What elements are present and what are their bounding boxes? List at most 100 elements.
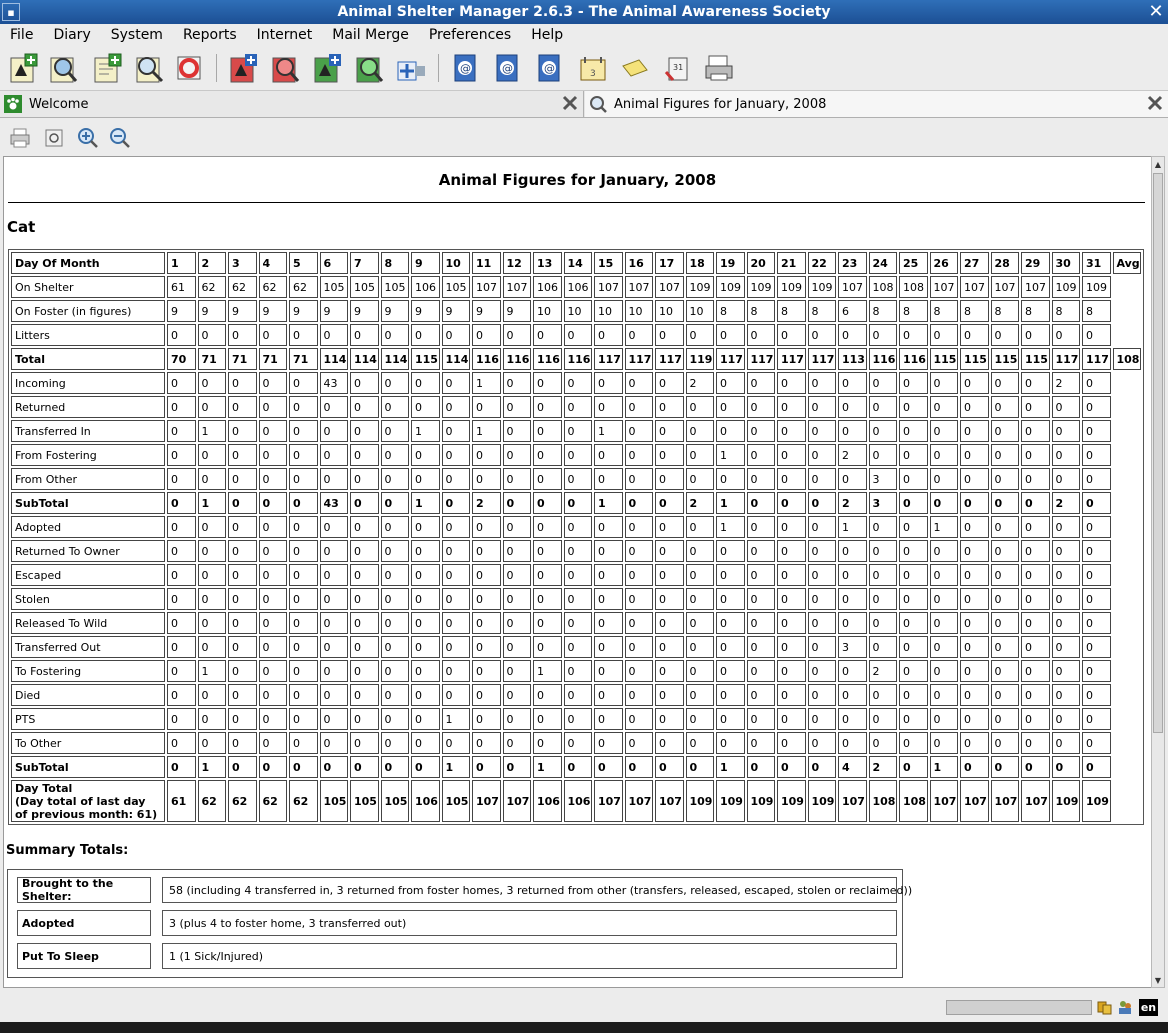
empty-cell — [1113, 612, 1142, 634]
table-cell: 117 — [746, 348, 775, 370]
menu-help[interactable]: Help — [521, 27, 573, 43]
add-owner-icon[interactable] — [90, 51, 124, 85]
diary-icon[interactable]: 3 — [576, 51, 610, 85]
table-cell: 0 — [899, 612, 928, 634]
zoom-in-icon[interactable] — [76, 126, 100, 150]
table-cell: 0 — [1082, 540, 1111, 562]
table-cell: 0 — [594, 756, 623, 778]
table-cell: 117 — [624, 348, 653, 370]
scroll-thumb[interactable] — [1153, 173, 1163, 733]
waiting-list-icon[interactable] — [394, 51, 428, 85]
table-cell: 0 — [594, 516, 623, 538]
table-cell: 9 — [167, 300, 196, 322]
empty-cell — [1113, 396, 1142, 418]
row-label: Transferred Out — [11, 636, 165, 658]
menu-preferences[interactable]: Preferences — [419, 27, 521, 43]
table-cell: 0 — [1082, 612, 1111, 634]
tab-bar: Welcome Animal Figures for January, 2008 — [0, 91, 1168, 118]
table-cell: 2 — [868, 660, 897, 682]
report-scrollbar[interactable]: ▲ ▼ — [1151, 156, 1165, 988]
table-cell: 0 — [960, 396, 989, 418]
table-cell: 109 — [1051, 276, 1080, 298]
table-cell: 0 — [1021, 588, 1050, 610]
table-cell: 0 — [624, 708, 653, 730]
print-icon[interactable] — [8, 126, 32, 150]
table-cell: 0 — [167, 516, 196, 538]
menu-reports[interactable]: Reports — [173, 27, 247, 43]
add-animal-icon[interactable] — [6, 51, 40, 85]
mail-merge-3-icon[interactable]: @ — [532, 51, 566, 85]
table-row: Released To Wild 0 0 0 0 0 0 0 0 0 0 0 0 0 0 0 0 0 0 0 0 0 0 0 0… — [11, 612, 1141, 634]
paw-icon — [3, 94, 23, 114]
table-cell: 0 — [258, 372, 287, 394]
table-cell: 0 — [777, 732, 806, 754]
table-cell: 0 — [167, 588, 196, 610]
table-cell: 0 — [197, 564, 226, 586]
scroll-up-icon[interactable]: ▲ — [1152, 157, 1164, 171]
menu-system[interactable]: System — [101, 27, 173, 43]
notes-icon[interactable] — [618, 51, 652, 85]
print-tool-icon[interactable] — [702, 51, 736, 85]
close-icon[interactable] — [1146, 94, 1164, 112]
table-cell: 0 — [960, 324, 989, 346]
row-label: Escaped — [11, 564, 165, 586]
table-cell: 0 — [838, 372, 867, 394]
print-preview-icon[interactable] — [42, 126, 66, 150]
mail-merge-2-icon[interactable]: @ — [490, 51, 524, 85]
table-cell: 0 — [167, 660, 196, 682]
menu-mail-merge[interactable]: Mail Merge — [322, 27, 419, 43]
table-cell: 107 — [1021, 276, 1050, 298]
table-cell: 0 — [899, 540, 928, 562]
find-owner-icon[interactable] — [132, 51, 166, 85]
tab-welcome[interactable]: Welcome — [0, 91, 584, 117]
table-cell: 0 — [594, 564, 623, 586]
table-cell: 1 — [594, 492, 623, 514]
table-cell: 0 — [533, 564, 562, 586]
table-cell: 0 — [258, 612, 287, 634]
mail-merge-1-icon[interactable]: @ — [448, 51, 482, 85]
table-cell: 0 — [594, 684, 623, 706]
add-found-icon[interactable] — [310, 51, 344, 85]
day-header-cell: 15 — [594, 252, 623, 274]
table-cell: 0 — [624, 324, 653, 346]
table-cell: 0 — [502, 756, 531, 778]
day-header-cell: 22 — [807, 252, 836, 274]
menu-diary[interactable]: Diary — [43, 27, 100, 43]
table-cell: 0 — [350, 540, 379, 562]
empty-cell — [1113, 732, 1142, 754]
zoom-out-icon[interactable] — [108, 126, 132, 150]
table-cell: 0 — [167, 372, 196, 394]
window-title: Animal Shelter Manager 2.6.3 - The Anima… — [337, 4, 831, 20]
find-animal-icon[interactable] — [46, 51, 80, 85]
scroll-down-icon[interactable]: ▼ — [1152, 973, 1164, 987]
table-row: Litters 0 0 0 0 0 0 0 0 0 0 0 0 0 0 0 0 0 0 0 0 0 0 0 0 0 0 0 0 0 0 0 — [11, 324, 1141, 346]
find-lost-icon[interactable] — [268, 51, 302, 85]
menu-internet[interactable]: Internet — [247, 27, 323, 43]
table-cell: 0 — [258, 684, 287, 706]
table-cell: 0 — [807, 684, 836, 706]
table-cell: 117 — [594, 348, 623, 370]
tab-animal-figures[interactable]: Animal Figures for January, 2008 — [585, 91, 1168, 117]
window-menu-icon[interactable]: ▪ — [2, 3, 20, 21]
table-cell: 0 — [807, 756, 836, 778]
empty-cell — [1113, 276, 1142, 298]
table-cell: 115 — [411, 348, 440, 370]
table-cell: 107 — [990, 276, 1019, 298]
table-cell: 0 — [502, 564, 531, 586]
table-cell: 0 — [502, 420, 531, 442]
find-found-icon[interactable] — [352, 51, 386, 85]
table-row: Transferred In 0 1 0 0 0 0 0 0 1 0 1 0 0 0 1 0 0 0 0 0 0 0 0 0 0 0… — [11, 420, 1141, 442]
close-icon[interactable] — [561, 94, 579, 112]
table-cell: 0 — [319, 516, 348, 538]
table-cell: 0 — [777, 372, 806, 394]
table-cell: 0 — [472, 588, 501, 610]
table-cell: 0 — [624, 612, 653, 634]
calendar-icon[interactable]: 31 — [660, 51, 694, 85]
window-close-icon[interactable]: ✕ — [1146, 1, 1166, 22]
table-cell: 0 — [350, 636, 379, 658]
menu-file[interactable]: File — [0, 27, 43, 43]
lost-found-icon[interactable] — [172, 51, 206, 85]
table-cell: 0 — [594, 708, 623, 730]
add-lost-icon[interactable] — [226, 51, 260, 85]
table-cell: 0 — [960, 516, 989, 538]
